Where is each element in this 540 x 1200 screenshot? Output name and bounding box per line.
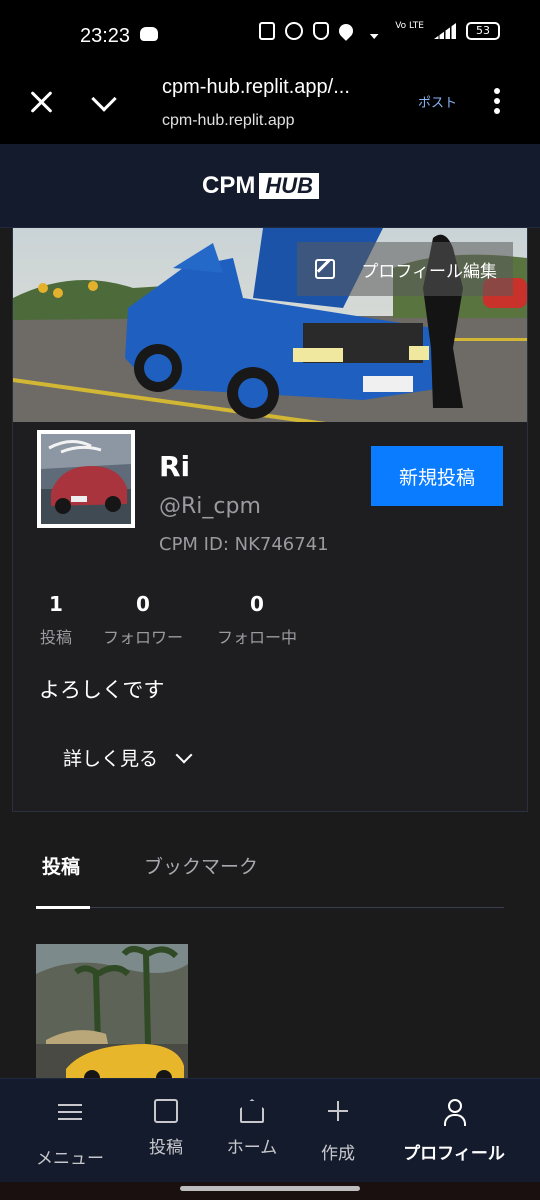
tab-posts[interactable]: 投稿 — [42, 852, 80, 879]
edit-profile-label: プロフィール編集 — [361, 261, 497, 282]
nav-menu[interactable]: メニュー — [30, 1099, 110, 1169]
show-more-label: 詳しく見る — [63, 748, 159, 770]
cpm-hub-logo[interactable]: CPM HUB — [202, 172, 320, 200]
nfc-icon — [259, 22, 276, 40]
profile-name: Ri — [159, 450, 191, 483]
chevron-down-icon[interactable] — [90, 86, 118, 114]
nav-profile[interactable]: プロフィール — [392, 1099, 516, 1164]
volte-icon: Vo LTE — [395, 21, 424, 31]
logo-cpm-text: CPM — [202, 172, 256, 199]
person-icon — [442, 1099, 466, 1129]
chevron-down-icon — [175, 746, 193, 763]
profile-card: プロフィール編集 Ri @Ri_cpm CPM ID: NK746741 新規投… — [12, 228, 528, 812]
status-time: 23:23 — [80, 25, 131, 47]
nav-profile-label: プロフィール — [403, 1144, 505, 1164]
close-icon[interactable] — [28, 88, 56, 116]
tab-bookmarks[interactable]: ブックマーク — [144, 852, 258, 879]
profile-bio: よろしくです — [39, 678, 165, 702]
logo-hub-text: HUB — [259, 173, 320, 199]
wifi-icon — [363, 26, 386, 39]
home-icon — [240, 1099, 264, 1123]
show-more-button[interactable]: 詳しく見る — [63, 744, 193, 771]
discord-icon — [140, 27, 158, 41]
active-tab-indicator — [36, 906, 90, 909]
nav-posts[interactable]: 投稿 — [134, 1099, 198, 1158]
stat-followers-label: フォロワー — [102, 628, 183, 647]
status-bar: 23:23 Vo LTE 53 — [0, 0, 540, 70]
more-vert-icon[interactable] — [494, 88, 500, 114]
status-icons: Vo LTE 53 — [259, 21, 500, 41]
stat-following-count: 0 — [250, 592, 264, 616]
app-header: CPM HUB — [0, 144, 540, 228]
stat-following[interactable]: 0 フォロー中 — [211, 592, 303, 648]
battery-icon: 53 — [466, 22, 500, 40]
image-icon — [154, 1099, 178, 1123]
nav-menu-label: メニュー — [36, 1149, 104, 1169]
stat-following-label: フォロー中 — [216, 628, 297, 647]
nav-posts-label: 投稿 — [149, 1138, 183, 1158]
mute-icon — [313, 22, 330, 40]
nav-home[interactable]: ホーム — [220, 1099, 284, 1158]
cpm-id: CPM ID: NK746741 — [159, 534, 329, 555]
gesture-bar[interactable] — [0, 1182, 540, 1200]
nav-create[interactable]: 作成 — [306, 1099, 370, 1164]
bottom-navigation: メニュー 投稿 ホーム 作成 プロフィール — [0, 1078, 540, 1182]
location-icon — [336, 21, 357, 41]
avatar[interactable] — [37, 430, 135, 528]
plus-icon — [327, 1099, 349, 1129]
post-thumbnail[interactable] — [36, 944, 188, 1084]
page-domain[interactable]: cpm-hub.replit.app — [162, 112, 295, 130]
page-title[interactable]: cpm-hub.replit.app/... — [162, 76, 350, 99]
edit-icon — [315, 259, 336, 279]
nav-create-label: 作成 — [321, 1144, 355, 1164]
browser-toolbar: cpm-hub.replit.app/... cpm-hub.replit.ap… — [0, 70, 540, 144]
stat-posts[interactable]: 1 投稿 — [37, 592, 75, 648]
nav-home-label: ホーム — [226, 1138, 278, 1158]
menu-icon — [58, 1104, 82, 1134]
signal-icon — [434, 23, 456, 39]
stat-followers-count: 0 — [136, 592, 150, 616]
profile-tabs: 投稿 ブックマーク — [36, 848, 504, 909]
new-post-button[interactable]: 新規投稿 — [371, 446, 503, 506]
cover-image: プロフィール編集 — [13, 228, 527, 422]
post-button[interactable]: ポスト — [418, 92, 457, 111]
edit-profile-button[interactable]: プロフィール編集 — [297, 242, 513, 296]
stat-posts-label: 投稿 — [39, 628, 72, 647]
stat-posts-count: 1 — [49, 592, 63, 616]
profile-handle: @Ri_cpm — [159, 494, 261, 519]
alarm-icon — [285, 22, 304, 40]
stat-followers[interactable]: 0 フォロワー — [97, 592, 189, 648]
